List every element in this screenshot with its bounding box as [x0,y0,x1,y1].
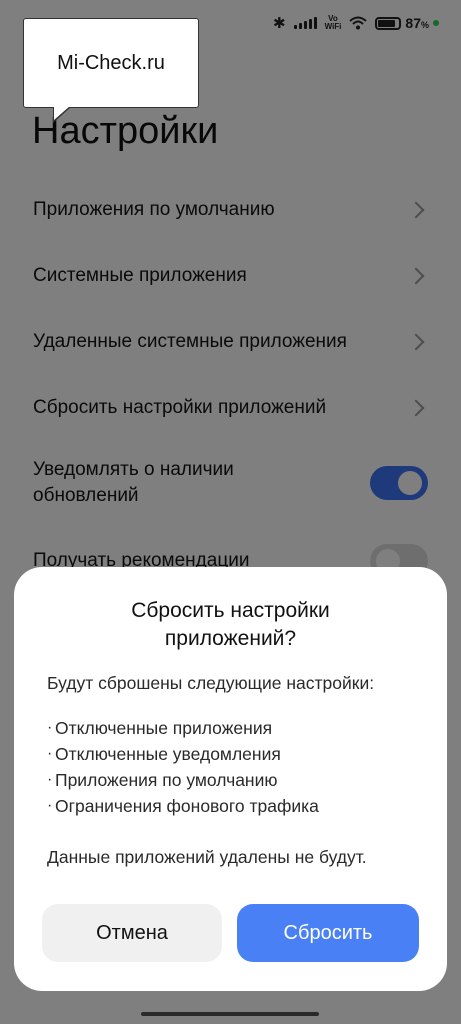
bullet-icon: · [47,771,53,788]
dialog-title: Сбросить настройки приложений? [14,597,447,653]
dialog-bullet-list: · Отключенные приложения · Отключенные уве… [47,715,374,819]
list-item: · Ограничения фонового трафика [47,793,374,819]
dialog-body: Будут сброшены следующие настройки: · Отк… [47,671,374,869]
dialog-note: Данные приложений удалены не будут. [47,847,367,867]
bullet-icon: · [47,797,53,814]
bullet-text: Отключенные уведомления [55,744,281,764]
cancel-button[interactable]: Отмена [42,904,222,962]
bullet-icon: · [47,745,53,762]
reset-app-settings-dialog: Сбросить настройки приложений? Будут сбр… [14,567,447,991]
watermark-text: Mi-Check.ru [57,51,165,74]
watermark-bubble-tail-fill [54,106,70,120]
bullet-text: Приложения по умолчанию [55,770,278,790]
home-indicator[interactable] [141,1012,319,1016]
watermark-bubble: Mi-Check.ru [23,18,199,108]
bullet-text: Ограничения фонового трафика [55,796,319,816]
bullet-text: Отключенные приложения [55,718,273,738]
list-item: · Отключенные уведомления [47,741,374,767]
bullet-icon: · [47,719,53,736]
dialog-title-line2: приложений? [164,627,297,650]
list-item: · Отключенные приложения [47,715,374,741]
dialog-intro: Будут сброшены следующие настройки: [47,673,375,693]
reset-button[interactable]: Сбросить [237,904,419,962]
list-item: · Приложения по умолчанию [47,767,374,793]
dialog-title-line1: Сбросить настройки [131,599,330,622]
